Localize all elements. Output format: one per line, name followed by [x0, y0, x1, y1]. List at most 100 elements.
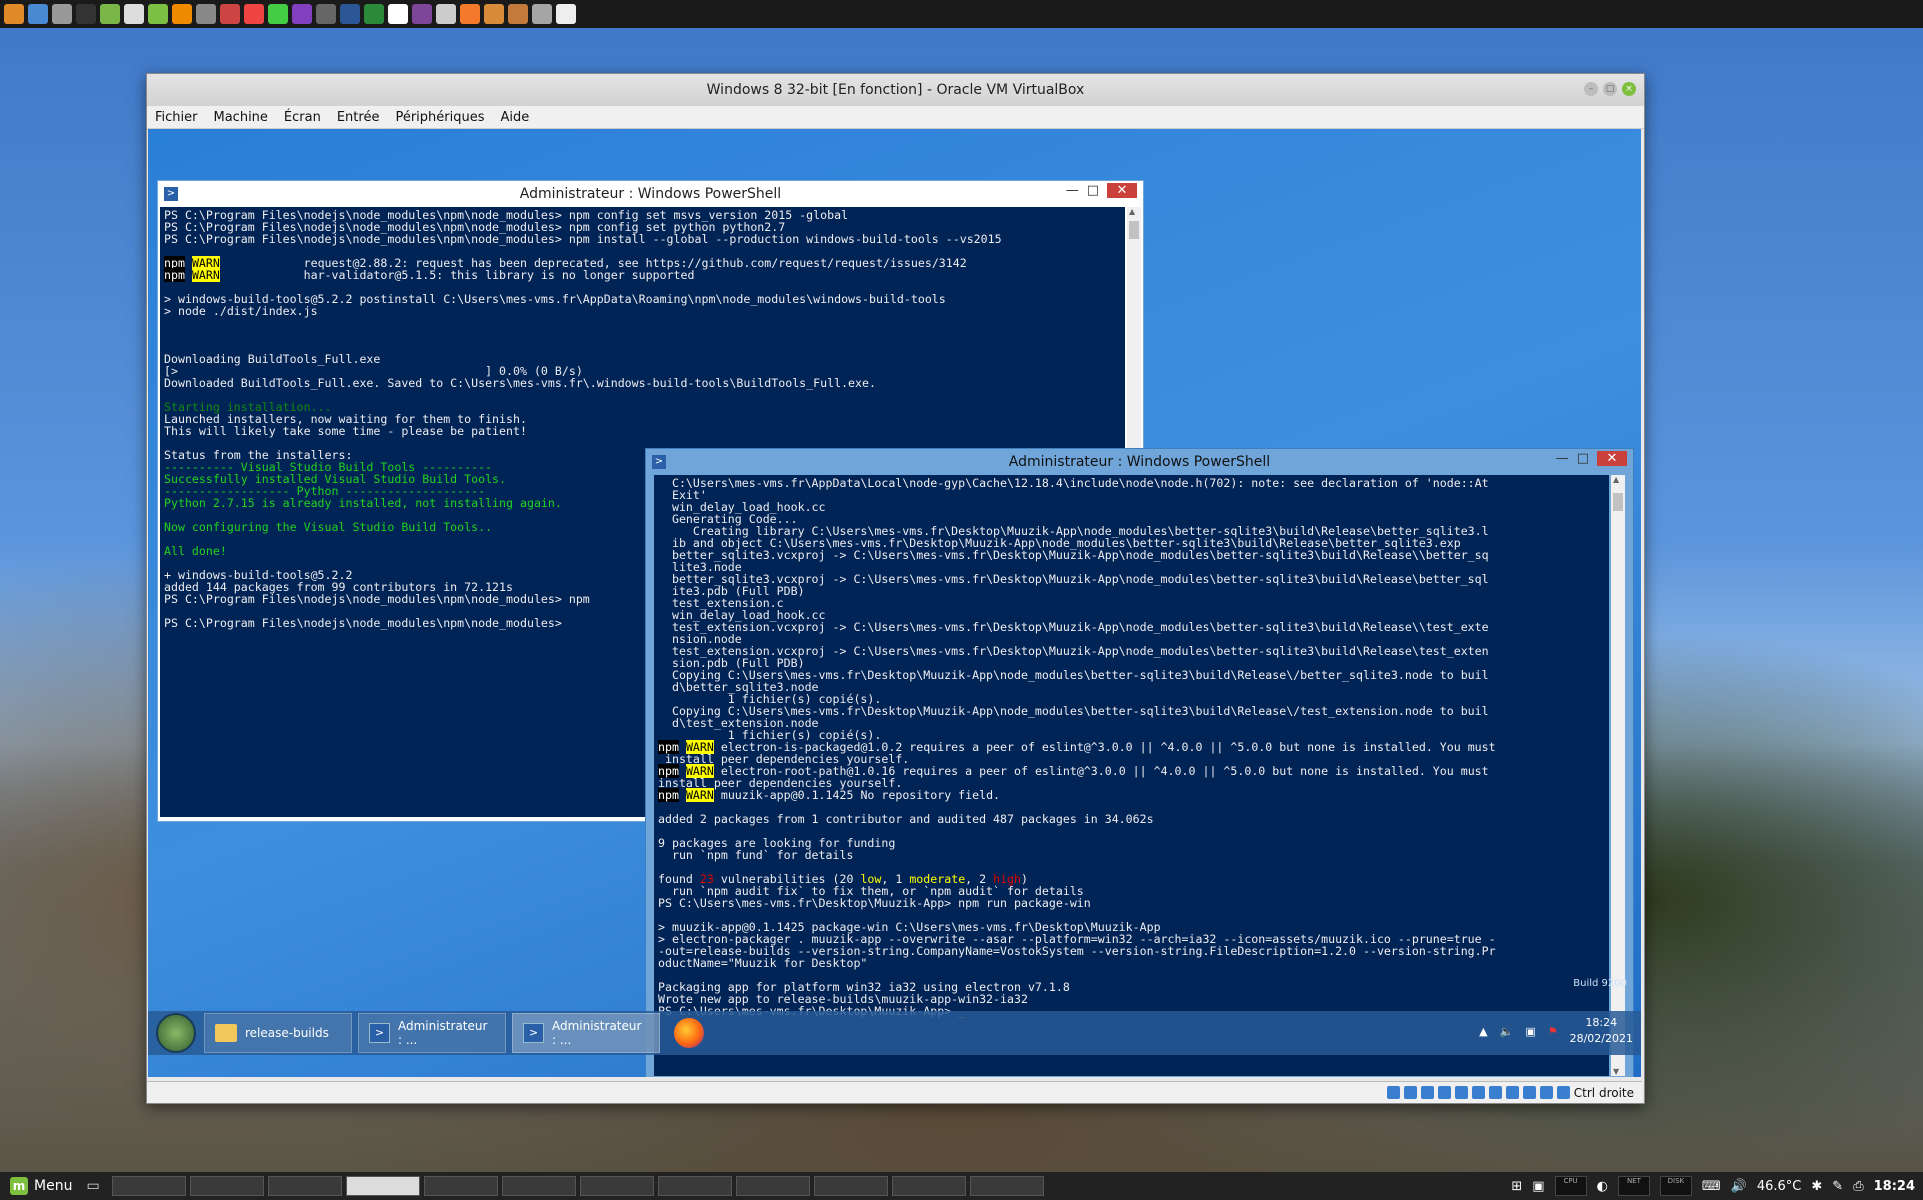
- shared-folder-icon[interactable]: [1471, 1086, 1485, 1099]
- powershell-icon: >: [164, 187, 178, 201]
- mouse-integration-icon[interactable]: [1539, 1086, 1553, 1099]
- chevron-up-icon[interactable]: ▲: [1479, 1025, 1487, 1038]
- minimize-button[interactable]: –: [1584, 82, 1598, 96]
- tor-icon[interactable]: [412, 4, 432, 24]
- menu-fichier[interactable]: Fichier: [147, 110, 206, 125]
- menu-ecran[interactable]: Écran: [276, 110, 329, 125]
- settings-icon[interactable]: [52, 4, 72, 24]
- archive-icon[interactable]: [220, 4, 240, 24]
- taskbar-item-release-builds[interactable]: release-builds: [204, 1013, 352, 1053]
- printer-icon[interactable]: ⎙: [1853, 1179, 1863, 1194]
- workspace-10[interactable]: [813, 1176, 888, 1196]
- file-manager-icon[interactable]: [28, 4, 48, 24]
- show-desktop-icon[interactable]: ▭: [86, 1178, 99, 1194]
- console-line: > node ./dist/index.js: [164, 304, 318, 318]
- mail-icon[interactable]: [436, 4, 456, 24]
- workspace-1[interactable]: [111, 1176, 186, 1196]
- keyboard-icon[interactable]: [1556, 1086, 1570, 1099]
- powershell-titlebar[interactable]: > Administrateur : Windows PowerShell — …: [158, 181, 1143, 207]
- maximize-button[interactable]: □: [1577, 451, 1589, 466]
- pen-icon[interactable]: ✎: [1832, 1179, 1843, 1194]
- guest-clock[interactable]: 18:24 28/02/2021: [1570, 1015, 1633, 1047]
- pen-icon[interactable]: [268, 4, 288, 24]
- menu-machine[interactable]: Machine: [206, 110, 276, 125]
- grid-icon[interactable]: ⊞: [1511, 1179, 1522, 1194]
- close-button[interactable]: ×: [1622, 82, 1636, 96]
- console-output[interactable]: C:\Users\mes-vms.fr\AppData\Local\node-g…: [654, 475, 1609, 1076]
- speaker-icon[interactable]: 🔈: [1500, 1025, 1514, 1038]
- ebook-icon[interactable]: [532, 4, 552, 24]
- flag-icon[interactable]: ⚑: [1548, 1025, 1558, 1038]
- optical-disk-icon[interactable]: [1403, 1086, 1417, 1099]
- workspace-5[interactable]: [423, 1176, 498, 1196]
- workspace-6[interactable]: [501, 1176, 576, 1196]
- network-icon[interactable]: [1437, 1086, 1451, 1099]
- app-icon-icon[interactable]: [4, 4, 24, 24]
- workspace-3[interactable]: [267, 1176, 342, 1196]
- text-editor-icon[interactable]: [124, 4, 144, 24]
- screenshot-icon[interactable]: ▣: [1532, 1179, 1544, 1194]
- guest-time: 18:24: [1585, 1016, 1618, 1029]
- image-viewer-icon[interactable]: [196, 4, 216, 24]
- menu-entree[interactable]: Entrée: [329, 110, 388, 125]
- minimize-button[interactable]: —: [1066, 183, 1079, 198]
- powershell-titlebar[interactable]: > Administrateur : Windows PowerShell — …: [646, 449, 1633, 475]
- hard-disk-icon[interactable]: [1386, 1086, 1400, 1099]
- terminal-icon[interactable]: [76, 4, 96, 24]
- maximize-button[interactable]: □: [1603, 82, 1617, 96]
- shield-icon[interactable]: [388, 4, 408, 24]
- menu-button[interactable]: m Menu: [4, 1174, 78, 1198]
- host-clock[interactable]: 18:24: [1874, 1179, 1915, 1194]
- workspace-12[interactable]: [969, 1176, 1044, 1196]
- cpu-icon[interactable]: [1522, 1086, 1536, 1099]
- moon-icon[interactable]: ◐: [1597, 1179, 1608, 1194]
- calculator-icon[interactable]: [484, 4, 504, 24]
- taskbar-item-powershell-2[interactable]: > Administrateur : ...: [512, 1013, 660, 1053]
- display-icon[interactable]: [1488, 1086, 1502, 1099]
- console-line: npm WARN muuzik-app@0.1.1425 No reposito…: [658, 788, 1001, 802]
- spreadsheet-icon[interactable]: [556, 4, 576, 24]
- office-icon[interactable]: [364, 4, 384, 24]
- table-icon[interactable]: [508, 4, 528, 24]
- console-line: Downloaded BuildTools_Full.exe. Saved to…: [164, 376, 876, 390]
- word-icon[interactable]: [340, 4, 360, 24]
- virtualbox-titlebar[interactable]: Windows 8 32-bit [En fonction] - Oracle …: [147, 74, 1644, 106]
- folder-icon[interactable]: [100, 4, 120, 24]
- keepass-icon[interactable]: [316, 4, 336, 24]
- firefox-icon[interactable]: [674, 1018, 704, 1048]
- volume-icon[interactable]: 🔊: [1731, 1179, 1747, 1194]
- maximize-button[interactable]: □: [1087, 183, 1099, 198]
- guest-desktop[interactable]: > Administrateur : Windows PowerShell — …: [148, 129, 1641, 1077]
- close-button[interactable]: ✕: [1107, 183, 1137, 198]
- vlc-icon[interactable]: [172, 4, 192, 24]
- network-icon[interactable]: ▣: [1525, 1025, 1535, 1038]
- close-button[interactable]: ✕: [1597, 451, 1627, 466]
- virtualbox-menubar: Fichier Machine Écran Entrée Périphériqu…: [147, 106, 1644, 129]
- audio-icon[interactable]: [1420, 1086, 1434, 1099]
- blender-icon[interactable]: [460, 4, 480, 24]
- workspace-4[interactable]: [345, 1176, 420, 1196]
- console-line: C:\Users\mes-vms.fr\AppData\Local\node-g…: [658, 476, 1489, 490]
- workspace-9[interactable]: [735, 1176, 810, 1196]
- taskbar-item-powershell-1[interactable]: > Administrateur : ...: [358, 1013, 506, 1053]
- usb-icon[interactable]: [1454, 1086, 1468, 1099]
- menu-peripheriques[interactable]: Périphériques: [387, 110, 492, 125]
- bluetooth-icon[interactable]: ✱: [1811, 1179, 1822, 1194]
- workspace-2[interactable]: [189, 1176, 264, 1196]
- headphones-icon[interactable]: [292, 4, 312, 24]
- powershell-window-front[interactable]: > Administrateur : Windows PowerShell — …: [645, 448, 1634, 1077]
- minimize-button[interactable]: —: [1556, 451, 1569, 466]
- keyboard-icon[interactable]: ⌨: [1702, 1179, 1721, 1194]
- mint-logo-icon: m: [10, 1177, 28, 1195]
- workspace-8[interactable]: [657, 1176, 732, 1196]
- start-button[interactable]: [156, 1013, 196, 1053]
- recording-icon[interactable]: [1505, 1086, 1519, 1099]
- menu-label: Menu: [34, 1178, 73, 1194]
- workspace-11[interactable]: [891, 1176, 966, 1196]
- workspace-7[interactable]: [579, 1176, 654, 1196]
- menu-aide[interactable]: Aide: [493, 110, 538, 125]
- paint-icon[interactable]: [148, 4, 168, 24]
- chrome-icon[interactable]: [244, 4, 264, 24]
- virtualbox-window: Windows 8 32-bit [En fonction] - Oracle …: [146, 73, 1645, 1104]
